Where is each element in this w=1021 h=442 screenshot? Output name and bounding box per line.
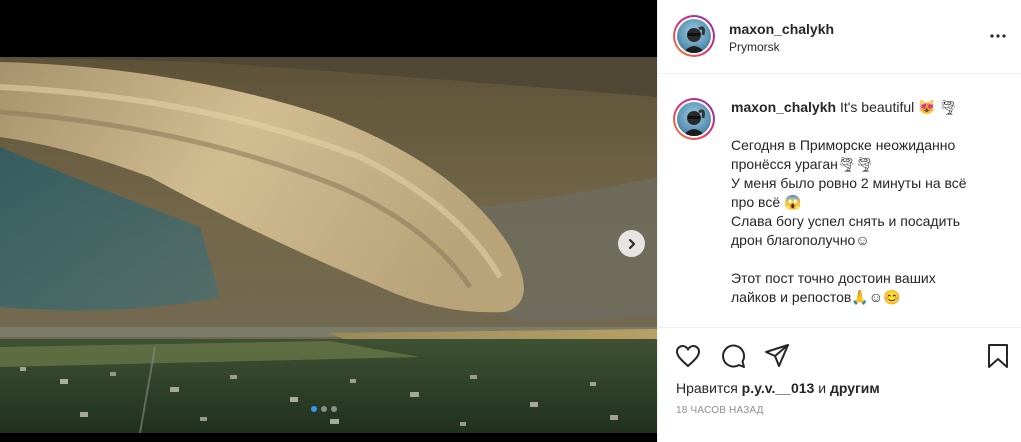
bookmark-icon[interactable] (984, 342, 1012, 370)
share-icon[interactable] (763, 342, 791, 370)
heart-icon[interactable] (674, 342, 702, 370)
author-username[interactable]: maxon_chalykh (729, 21, 834, 37)
caption-line: Сегодня в Приморске неожиданно (731, 137, 956, 153)
caption-line: дрон благополучно☺ (731, 232, 870, 248)
caption-line: лайков и репостов🙏☺😊 (731, 289, 901, 305)
likes-others-link[interactable]: другим (830, 380, 880, 396)
caption-line: У меня было ровно 2 минуты на всё (731, 175, 967, 191)
carousel-dot (331, 406, 337, 412)
caption-line: пронёсся ураган🌪🌪 (731, 156, 874, 172)
caption-line: Этот пост точно достоин ваших (731, 270, 936, 286)
more-icon (990, 34, 1006, 38)
likes-user-link[interactable]: p.y.v.__013 (742, 380, 815, 396)
post-photo[interactable] (0, 57, 657, 433)
comment-icon[interactable] (719, 342, 747, 370)
post-caption: maxon_chalykh It's beautiful 😻 🌪 Сегодня… (658, 90, 1021, 328)
likes-summary: Нравится p.y.v.__013 и другим (676, 380, 880, 396)
post-timestamp[interactable]: 18 часов назад (676, 405, 764, 416)
caption-avatar[interactable] (673, 98, 715, 140)
next-photo-button[interactable] (618, 230, 645, 257)
carousel-dot (321, 406, 327, 412)
caption-line: Слава богу успел снять и посадить (731, 213, 961, 229)
caption-first-line: It's beautiful 😻 🌪 (839, 99, 958, 115)
caption-line (731, 250, 1011, 269)
author-avatar[interactable] (673, 15, 715, 57)
caption-line: про всё 😱 (731, 194, 802, 210)
likes-prefix: Нравится (676, 380, 738, 396)
caption-text: maxon_chalykh It's beautiful 😻 🌪 Сегодня… (731, 98, 1011, 307)
chevron-right-icon (628, 238, 635, 249)
more-options-button[interactable] (988, 26, 1008, 46)
post-location[interactable]: Prymorsk (729, 40, 780, 54)
post-media (0, 0, 657, 442)
carousel-dot (311, 406, 317, 412)
avatar-image (683, 109, 705, 136)
caption-username[interactable]: maxon_chalykh (731, 99, 836, 115)
post-header: maxon_chalykh Prymorsk (658, 0, 1021, 74)
carousel-indicator (311, 406, 337, 412)
action-bar (658, 327, 1021, 381)
avatar-image (683, 26, 705, 53)
post-sidebar: maxon_chalykh Prymorsk maxon_chalykh It'… (657, 0, 1021, 442)
likes-joiner: и (818, 380, 827, 396)
